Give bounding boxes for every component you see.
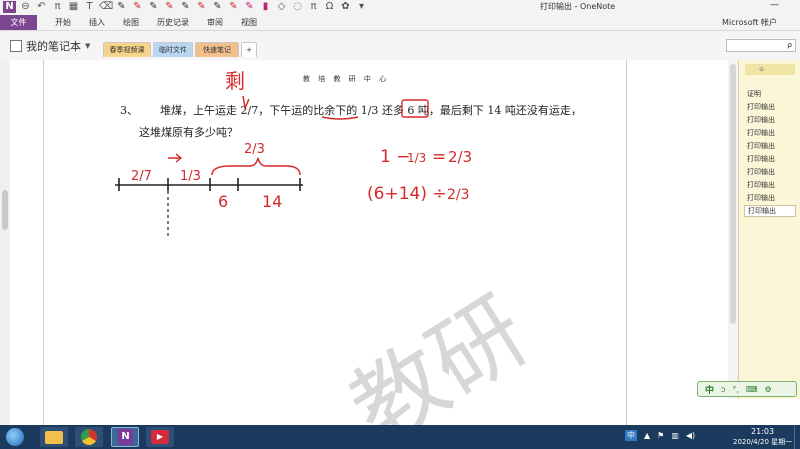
ink-number-fourteen: 14 bbox=[262, 192, 282, 211]
tray-ime-indicator[interactable]: 中 bbox=[625, 430, 637, 441]
ink-fraction-two-thirds: 2/3 bbox=[244, 142, 265, 157]
page-item[interactable]: 打印输出 bbox=[747, 167, 775, 177]
chrome-icon bbox=[81, 429, 97, 445]
ink-number-six: 6 bbox=[218, 192, 228, 211]
show-desktop-button[interactable] bbox=[794, 425, 800, 449]
taskbar-video-player[interactable]: ▶ bbox=[146, 427, 174, 447]
tray-network-icon[interactable]: ▥ bbox=[671, 431, 679, 440]
ink-eq2-fraction: 2/3 bbox=[447, 187, 470, 203]
tray-arrow-icon[interactable]: ▲ bbox=[644, 431, 650, 440]
keyboard-icon[interactable]: ⌨ bbox=[746, 385, 758, 394]
start-button[interactable] bbox=[2, 427, 28, 447]
ink-eq1-left: 1 − bbox=[380, 147, 410, 167]
punctuation-icon[interactable]: °, bbox=[732, 385, 739, 394]
ime-language[interactable]: 中 bbox=[705, 383, 714, 396]
page-item[interactable]: 打印输出 bbox=[747, 154, 775, 164]
watermark: 教研 bbox=[333, 277, 546, 449]
clock-date: 2020/4/20 星期一 bbox=[733, 438, 793, 446]
ink-check bbox=[242, 95, 250, 111]
add-page-button[interactable]: ⊕ bbox=[745, 64, 795, 75]
ink-layer: 教研 剩 2/7 1/3 2/3 6 14 1 − 1/3 = 2/3 (6+1… bbox=[115, 69, 546, 449]
ime-toolbar[interactable]: 中 ↄ °, ⌨ ⚙ bbox=[697, 381, 797, 397]
page-item[interactable]: 打印输出 bbox=[747, 115, 775, 125]
taskbar-chrome[interactable] bbox=[75, 427, 103, 447]
ink-fraction-two-sevenths: 2/7 bbox=[131, 169, 152, 184]
ink-box bbox=[401, 99, 429, 118]
tray-flag-icon[interactable]: ⚑ bbox=[657, 431, 664, 440]
folder-icon bbox=[45, 431, 63, 444]
ink-fraction-one-third: 1/3 bbox=[180, 169, 201, 184]
page-item[interactable]: 打印输出 bbox=[747, 180, 775, 190]
ink-label-remaining: 剩 bbox=[225, 69, 245, 93]
clock-time: 21:03 bbox=[751, 427, 775, 436]
ink-arrow bbox=[168, 153, 183, 163]
page-item[interactable]: 证明 bbox=[747, 89, 761, 99]
taskbar-clock[interactable]: 21:03 2020/4/20 星期一 bbox=[733, 427, 792, 447]
page-item[interactable]: 打印输出 bbox=[747, 141, 775, 151]
windows-icon bbox=[6, 428, 24, 446]
ink-underline bbox=[321, 116, 359, 120]
ink-eq1-result: 2/3 bbox=[448, 148, 472, 166]
play-icon: ▶ bbox=[151, 430, 169, 444]
ink-eq1-equals: = bbox=[432, 147, 446, 167]
moon-icon[interactable]: ↄ bbox=[721, 385, 725, 394]
ink-brace bbox=[211, 157, 301, 176]
page-item[interactable]: 打印输出 bbox=[747, 193, 775, 203]
page-item-selected[interactable]: 打印输出 bbox=[744, 205, 796, 217]
taskbar-explorer[interactable] bbox=[40, 427, 68, 447]
onenote-window: N ⊖ ↶ π ▦ T ⌫ ✎ ✎ ✎ ✎ ✎ ✎ ✎ ✎ ✎ ▮ ◇ ◌ π … bbox=[0, 0, 800, 449]
page-item[interactable]: 打印输出 bbox=[747, 102, 775, 112]
onenote-icon: N bbox=[118, 429, 133, 445]
taskbar: N ▶ 中 ▲ ⚑ ▥ ◀) 21:03 2020/4/20 星期一 bbox=[0, 425, 800, 449]
pages-panel: ⊕ 证明 打印输出 打印输出 打印输出 打印输出 打印输出 打印输出 打印输出 … bbox=[738, 60, 800, 399]
system-tray: 中 ▲ ⚑ ▥ ◀) bbox=[625, 430, 702, 441]
settings-icon[interactable]: ⚙ bbox=[765, 385, 772, 394]
tray-volume-icon[interactable]: ◀) bbox=[686, 431, 695, 440]
ink-eq1-fraction: 1/3 bbox=[407, 151, 426, 165]
taskbar-onenote[interactable]: N bbox=[111, 427, 139, 447]
ink-eq2-expression: (6+14) ÷ bbox=[367, 184, 447, 204]
page-item[interactable]: 打印输出 bbox=[747, 128, 775, 138]
